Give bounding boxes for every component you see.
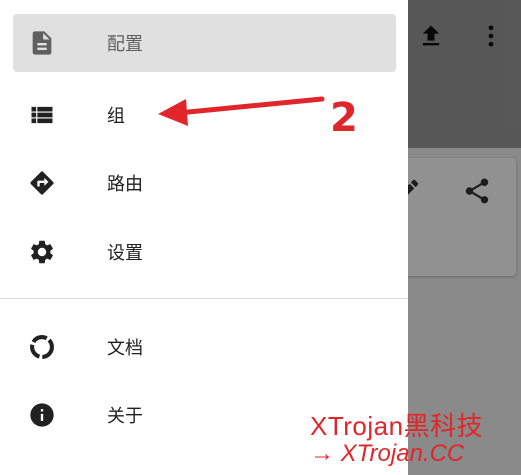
- annotation-arrow: [158, 96, 325, 126]
- drawer-item-label: 路由: [107, 174, 143, 195]
- info-icon: [28, 401, 56, 429]
- drawer-item-label: 组: [107, 106, 125, 127]
- watermark-url: → XTrojan.CC: [310, 440, 465, 467]
- drawer-divider: [0, 298, 408, 299]
- route-icon: [28, 169, 56, 197]
- watermark-title: XTrojan黑科技: [310, 411, 484, 441]
- drawer-item-config[interactable]: 配置: [13, 14, 396, 72]
- drawer-item-label: 设置: [107, 243, 143, 264]
- drawer-item-route[interactable]: 路由: [0, 154, 408, 212]
- list-icon: [28, 101, 56, 129]
- drawer-item-docs[interactable]: 文档: [0, 318, 408, 376]
- drawer-item-label: 关于: [107, 406, 143, 427]
- drawer-item-label: 配置: [107, 34, 143, 55]
- annotation-number: 2: [330, 95, 358, 141]
- gear-icon: [28, 238, 56, 266]
- navigation-drawer: 配置 组 路由 设置 文档 关于: [0, 0, 408, 475]
- drawer-item-label: 文档: [107, 338, 143, 359]
- document-icon: [28, 29, 56, 57]
- drawer-item-settings[interactable]: 设置: [0, 223, 408, 281]
- progress-ring-icon: [28, 333, 56, 361]
